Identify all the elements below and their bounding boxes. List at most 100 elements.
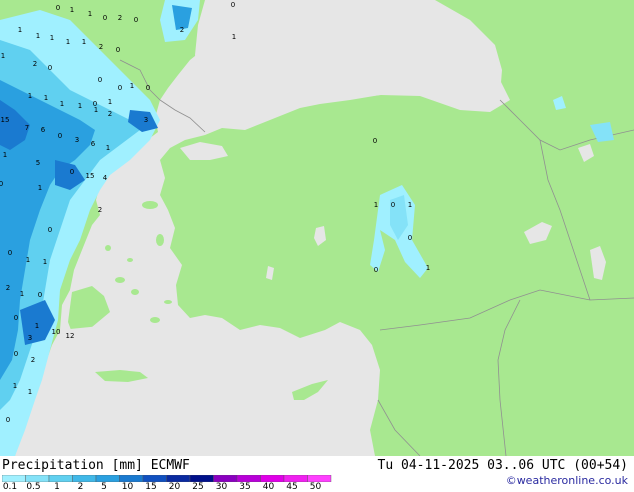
precip-value-label: 1 (43, 258, 47, 266)
precip-value-label: 10 (52, 328, 61, 336)
precip-value-label: 1 (70, 6, 74, 14)
legend-swatch (307, 475, 332, 482)
precip-value-label: 3 (75, 136, 79, 144)
precip-value-label: 1 (66, 38, 70, 46)
precip-value-label: 0 (391, 201, 395, 209)
precip-value-label: 1 (28, 92, 32, 100)
legend-swatch (189, 475, 214, 482)
precip-value-label: 0 (103, 14, 107, 22)
legend-tick-label: 10 (121, 482, 134, 492)
precip-value-label: 15 (1, 116, 10, 124)
precip-value-label: 1 (106, 144, 110, 152)
precip-value-label: 5 (36, 159, 40, 167)
precip-value-label: 0 (14, 350, 18, 358)
legend-tick-label: 0.5 (26, 482, 41, 492)
legend-swatch (213, 475, 238, 482)
precip-value-label: 0 (70, 168, 74, 176)
precip-value-label: 1 (1, 52, 5, 60)
precip-value-label: 1 (36, 32, 40, 40)
precip-value-label: 1 (3, 151, 7, 159)
legend-swatch (166, 475, 191, 482)
legend-tick-label: 0.1 (2, 482, 18, 492)
precip-value-label: 1 (26, 256, 30, 264)
legend-tick-label: 1 (54, 482, 60, 492)
legend-swatch (142, 475, 167, 482)
precip-value-label: 1 (60, 100, 64, 108)
precipitation-legend-bar (2, 475, 332, 482)
legend-tick-label: 25 (192, 482, 204, 492)
precip-value-label: 1 (20, 290, 24, 298)
precip-value-label: 0 (8, 249, 12, 257)
legend-swatch (260, 475, 285, 482)
precip-value-label: 2 (6, 284, 10, 292)
precip-value-label: 0 (58, 132, 62, 140)
legend-swatch (2, 475, 26, 482)
map-title: Precipitation [mm] ECMWF (2, 458, 190, 473)
precip-value-label: 1 (426, 264, 430, 272)
precip-value-label: 1 (13, 382, 17, 390)
legend-swatch (48, 475, 73, 482)
precip-value-label: 1 (408, 201, 412, 209)
map-footer: Precipitation [mm] ECMWF Tu 04-11-2025 0… (0, 456, 634, 492)
precip-value-label: 7 (25, 124, 29, 132)
precip-value-label: 2 (98, 206, 102, 214)
precip-value-label: 4 (103, 174, 108, 182)
legend-swatch (95, 475, 120, 482)
precip-value-label: 6 (41, 126, 46, 134)
legend-tick-label: 50 (309, 482, 322, 492)
legend-swatch (25, 475, 50, 482)
legend-swatch (72, 475, 97, 482)
precip-value-label: 1 (38, 184, 42, 192)
precip-value-label: 1 (28, 388, 32, 396)
precipitation-map: 0 1 1 0 2 02011 1 1 12 001200 1 01 11 1 0 11 23157 60 3 6 11… (0, 0, 634, 456)
variable-label: Precipitation [mm] (2, 458, 143, 473)
legend-swatch (119, 475, 144, 482)
precip-value-label: 1 (82, 38, 86, 46)
precip-value-label: 2 (31, 356, 35, 364)
precip-value-label: 1 (78, 102, 82, 110)
legend-swatch (236, 475, 261, 482)
precip-value-label: 0 (56, 4, 60, 12)
precip-value-label: 2 (33, 60, 37, 68)
precip-value-label: 2 (99, 43, 103, 51)
legend-tick-label: 15 (145, 482, 157, 492)
precip-value-label: 0 (6, 416, 10, 424)
precip-value-label: 0 (134, 16, 138, 24)
precip-value-label: 1 (374, 201, 378, 209)
credit-link[interactable]: ©weatheronline.co.uk (506, 474, 628, 487)
precip-value-label: 1 (35, 322, 39, 330)
precip-value-label: 0 (374, 266, 378, 274)
precip-value-label: 2 (180, 26, 184, 34)
precip-value-label: 6 (91, 140, 96, 148)
precip-value-label: 0 (98, 76, 102, 84)
precip-value-label: 1 (88, 10, 92, 18)
precip-value-label: 0 (14, 314, 18, 322)
precip-value-label: 2 (118, 14, 122, 22)
precip-value-label: 0 (48, 226, 52, 234)
legend-tick-label: 2 (77, 482, 84, 492)
precip-value-label: 1 (108, 98, 112, 106)
precip-value-label: 12 (66, 332, 75, 340)
precip-value-label: 1 (232, 33, 236, 41)
precip-value-label: 1 (50, 34, 54, 42)
legend-tick-label: 45 (286, 482, 298, 492)
legend-tick-label: 5 (101, 482, 107, 492)
legend-tick-label: 40 (262, 482, 275, 492)
precip-value-label: 0 (146, 84, 150, 92)
precip-value-label: 0 (48, 64, 52, 72)
legend-tick-label: 35 (239, 482, 251, 492)
precip-value-label: 0 (116, 46, 120, 54)
legend-tick-label: 20 (168, 482, 181, 492)
precip-value-label: 1 (18, 26, 22, 34)
precip-value-label: 0 (373, 137, 377, 145)
precip-value-label: 0 (118, 84, 122, 92)
precip-value-label: 3 (28, 334, 32, 342)
precip-value-label: 1 (130, 82, 134, 90)
precip-value-label: 1 (44, 94, 48, 102)
precip-value-label: 2 (108, 110, 112, 118)
precip-value-label: 0 (231, 1, 235, 9)
precip-value-label: 15 (86, 172, 95, 180)
precip-value-label: 1 (94, 106, 98, 114)
precip-value-label: 3 (144, 116, 148, 124)
precip-value-label: 0 (38, 291, 42, 299)
